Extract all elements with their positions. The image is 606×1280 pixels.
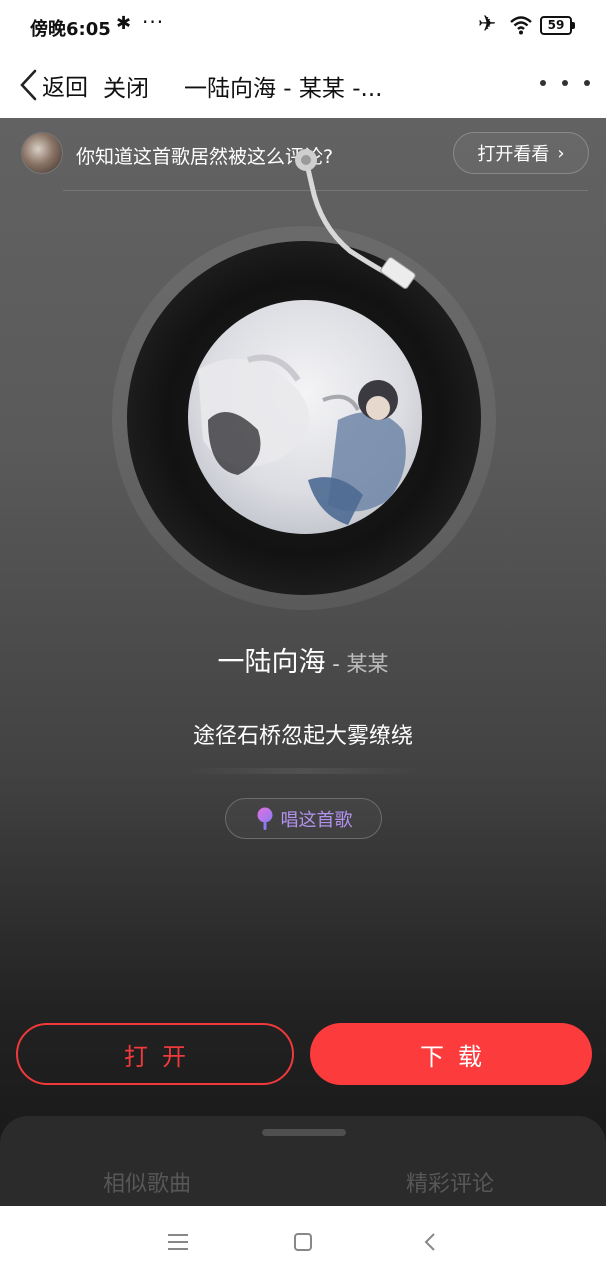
- tab-similar-songs[interactable]: 相似歌曲: [103, 1166, 191, 1198]
- microphone-icon: [257, 807, 272, 830]
- menu-icon[interactable]: [168, 1234, 188, 1250]
- bluetooth-icon: ✱: [116, 13, 132, 34]
- close-button[interactable]: 关闭: [103, 69, 149, 103]
- status-time: 傍晚6:05: [30, 19, 111, 40]
- airplane-icon: ✈: [478, 12, 497, 37]
- status-bar: 傍晚6:05 ✱ ··· ✈ 59: [0, 0, 606, 54]
- battery-indicator: 59: [540, 16, 575, 35]
- lyric-line: 途径石桥忽起大雾缭绕: [192, 724, 413, 749]
- wifi-icon: [510, 16, 532, 35]
- tonearm: [295, 149, 416, 289]
- avatar: [21, 132, 63, 174]
- chevron-right-icon: ›: [557, 142, 565, 164]
- tab-featured-comments[interactable]: 精彩评论: [406, 1166, 494, 1198]
- nav-bar: 返回 关闭 一陆向海 - 某某 -...: [0, 54, 606, 118]
- open-view-label: 打开看看: [477, 144, 550, 165]
- sing-label: 唱这首歌: [280, 809, 353, 831]
- song-separator: -: [325, 652, 347, 676]
- bottom-sheet[interactable]: 相似歌曲 精彩评论: [0, 1116, 606, 1206]
- back-button[interactable]: 返回: [18, 68, 88, 102]
- page-title: 一陆向海 - 某某 -...: [184, 76, 383, 102]
- player-area: 你知道这首歌居然被这么评论? 打开看看 › 一陆向海 - 某某 途径石桥忽起大雾…: [0, 118, 606, 1206]
- home-icon[interactable]: [294, 1233, 312, 1251]
- sing-this-song-button[interactable]: 唱这首歌: [225, 798, 382, 839]
- lyric-next-fade: [185, 768, 421, 774]
- more-dots-icon[interactable]: [540, 66, 590, 100]
- dots-icon: ···: [142, 10, 165, 34]
- song-artist: 某某: [346, 652, 389, 676]
- system-nav-bar: [0, 1206, 606, 1280]
- sheet-handle[interactable]: [262, 1129, 346, 1136]
- song-title: 一陆向海: [217, 647, 326, 678]
- back-icon[interactable]: [422, 1232, 438, 1252]
- open-button[interactable]: 打开: [16, 1023, 294, 1085]
- back-label: 返回: [42, 75, 88, 101]
- open-view-button[interactable]: 打开看看 ›: [453, 132, 589, 174]
- album-art: [188, 300, 422, 534]
- download-button[interactable]: 下载: [310, 1023, 592, 1085]
- chevron-left-icon: [20, 69, 37, 101]
- song-title-line: 一陆向海 - 某某: [0, 640, 606, 679]
